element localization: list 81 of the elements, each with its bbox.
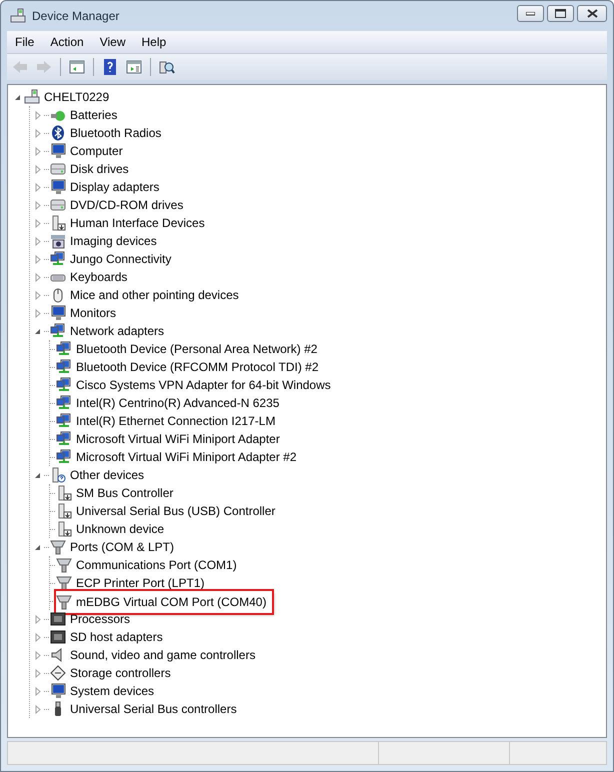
menu-item[interactable]: Help — [134, 35, 174, 49]
tree-item[interactable]: Microsoft Virtual WiFi Miniport Adapter #2 — [56, 448, 303, 466]
menu-item[interactable]: View — [92, 35, 134, 49]
device-icon — [56, 503, 72, 519]
network-icon — [50, 323, 66, 339]
back-arrow-icon — [12, 59, 28, 75]
tree-item[interactable]: Jungo Connectivity — [50, 250, 178, 268]
unknown-device-icon — [50, 467, 66, 483]
tree-item[interactable]: Universal Serial Bus (USB) Controller — [56, 502, 282, 520]
port-icon — [56, 594, 72, 610]
monitor-icon — [50, 179, 66, 195]
minimize-button[interactable] — [517, 5, 544, 22]
storage-icon — [50, 665, 66, 681]
network-icon — [56, 413, 72, 429]
network-icon — [56, 341, 72, 357]
close-button[interactable] — [577, 5, 607, 22]
camera-icon — [50, 233, 66, 249]
tree-item[interactable]: Sound, video and game controllers — [50, 646, 262, 664]
port-icon — [50, 539, 66, 555]
tree-item[interactable]: SM Bus Controller — [56, 484, 180, 502]
tree-item[interactable]: Keyboards — [50, 268, 134, 286]
maximize-icon — [555, 9, 566, 18]
device-manager-icon — [9, 8, 27, 24]
tree-item[interactable]: Intel(R) Ethernet Connection I217-LM — [56, 412, 282, 430]
tree-item[interactable]: CHELT0229 — [24, 88, 116, 106]
forward-arrow-icon — [36, 59, 52, 75]
device-icon — [56, 485, 72, 501]
network-icon — [50, 251, 66, 267]
tree-item[interactable]: Human Interface Devices — [50, 214, 211, 232]
chip-icon — [50, 629, 66, 645]
tree-item[interactable]: Network adapters — [50, 322, 170, 340]
tree-item[interactable]: Bluetooth Device (RFCOMM Protocol TDI) #2 — [56, 358, 325, 376]
tree-item[interactable]: Bluetooth Radios — [50, 124, 168, 142]
tree-item[interactable]: Computer — [50, 142, 129, 160]
network-icon — [56, 449, 72, 465]
tree-item[interactable]: Other devices — [50, 466, 150, 484]
tree-item[interactable]: Microsoft Virtual WiFi Miniport Adapter — [56, 430, 286, 448]
computer-icon — [24, 89, 40, 105]
tree-item[interactable]: Monitors — [50, 304, 122, 322]
tree-item[interactable]: Communications Port (COM1) — [56, 556, 243, 574]
bluetooth-icon — [50, 125, 66, 141]
network-icon — [56, 377, 72, 393]
device-icon — [50, 215, 66, 231]
tree-item[interactable]: Bluetooth Device (Personal Area Network) #2 — [56, 340, 324, 358]
chip-icon — [50, 611, 66, 627]
tree-item[interactable]: Intel(R) Centrino(R) Advanced-N 6235 — [56, 394, 286, 412]
tree-item[interactable]: ECP Printer Port (LPT1) — [56, 574, 210, 592]
maximize-button[interactable] — [547, 5, 574, 22]
tree-item[interactable]: Cisco Systems VPN Adapter for 64-bit Windows — [56, 376, 337, 394]
tree-item[interactable]: Storage controllers — [50, 664, 177, 682]
port-icon — [56, 575, 72, 591]
tree-item[interactable]: Display adapters — [50, 178, 166, 196]
menu-item[interactable]: Action — [42, 35, 92, 49]
network-icon — [56, 431, 72, 447]
tree-item[interactable]: SD host adapters — [50, 628, 169, 646]
scan-hardware-icon — [159, 59, 175, 75]
tree-item[interactable]: DVD/CD-ROM drives — [50, 196, 190, 214]
network-icon — [56, 359, 72, 375]
tree-item[interactable]: Mice and other pointing devices — [50, 286, 245, 304]
monitor-icon — [50, 305, 66, 321]
tree-item[interactable]: Imaging devices — [50, 232, 163, 250]
close-icon — [586, 9, 598, 18]
menu-item[interactable]: File — [7, 35, 42, 49]
tree-item[interactable]: Disk drives — [50, 160, 135, 178]
device-icon — [56, 521, 72, 537]
minimize-icon — [526, 12, 535, 16]
help-icon — [102, 59, 118, 75]
console-tree-icon — [69, 59, 85, 75]
window-title: Device Manager — [32, 9, 120, 23]
properties-icon — [126, 59, 142, 75]
monitor-icon — [50, 683, 66, 699]
network-icon — [56, 395, 72, 411]
tree-item[interactable]: Universal Serial Bus controllers — [50, 700, 243, 718]
tree-item[interactable]: Batteries — [50, 106, 124, 124]
port-icon — [56, 557, 72, 573]
monitor-icon — [50, 143, 66, 159]
tree-item[interactable]: System devices — [50, 682, 160, 700]
tree-item[interactable]: Ports (COM & LPT) — [50, 538, 180, 556]
tree-item[interactable]: mEDBG Virtual COM Port (COM40) — [56, 590, 272, 612]
tree-item[interactable]: Processors — [50, 610, 136, 628]
tree-item[interactable]: Unknown device — [56, 520, 170, 538]
